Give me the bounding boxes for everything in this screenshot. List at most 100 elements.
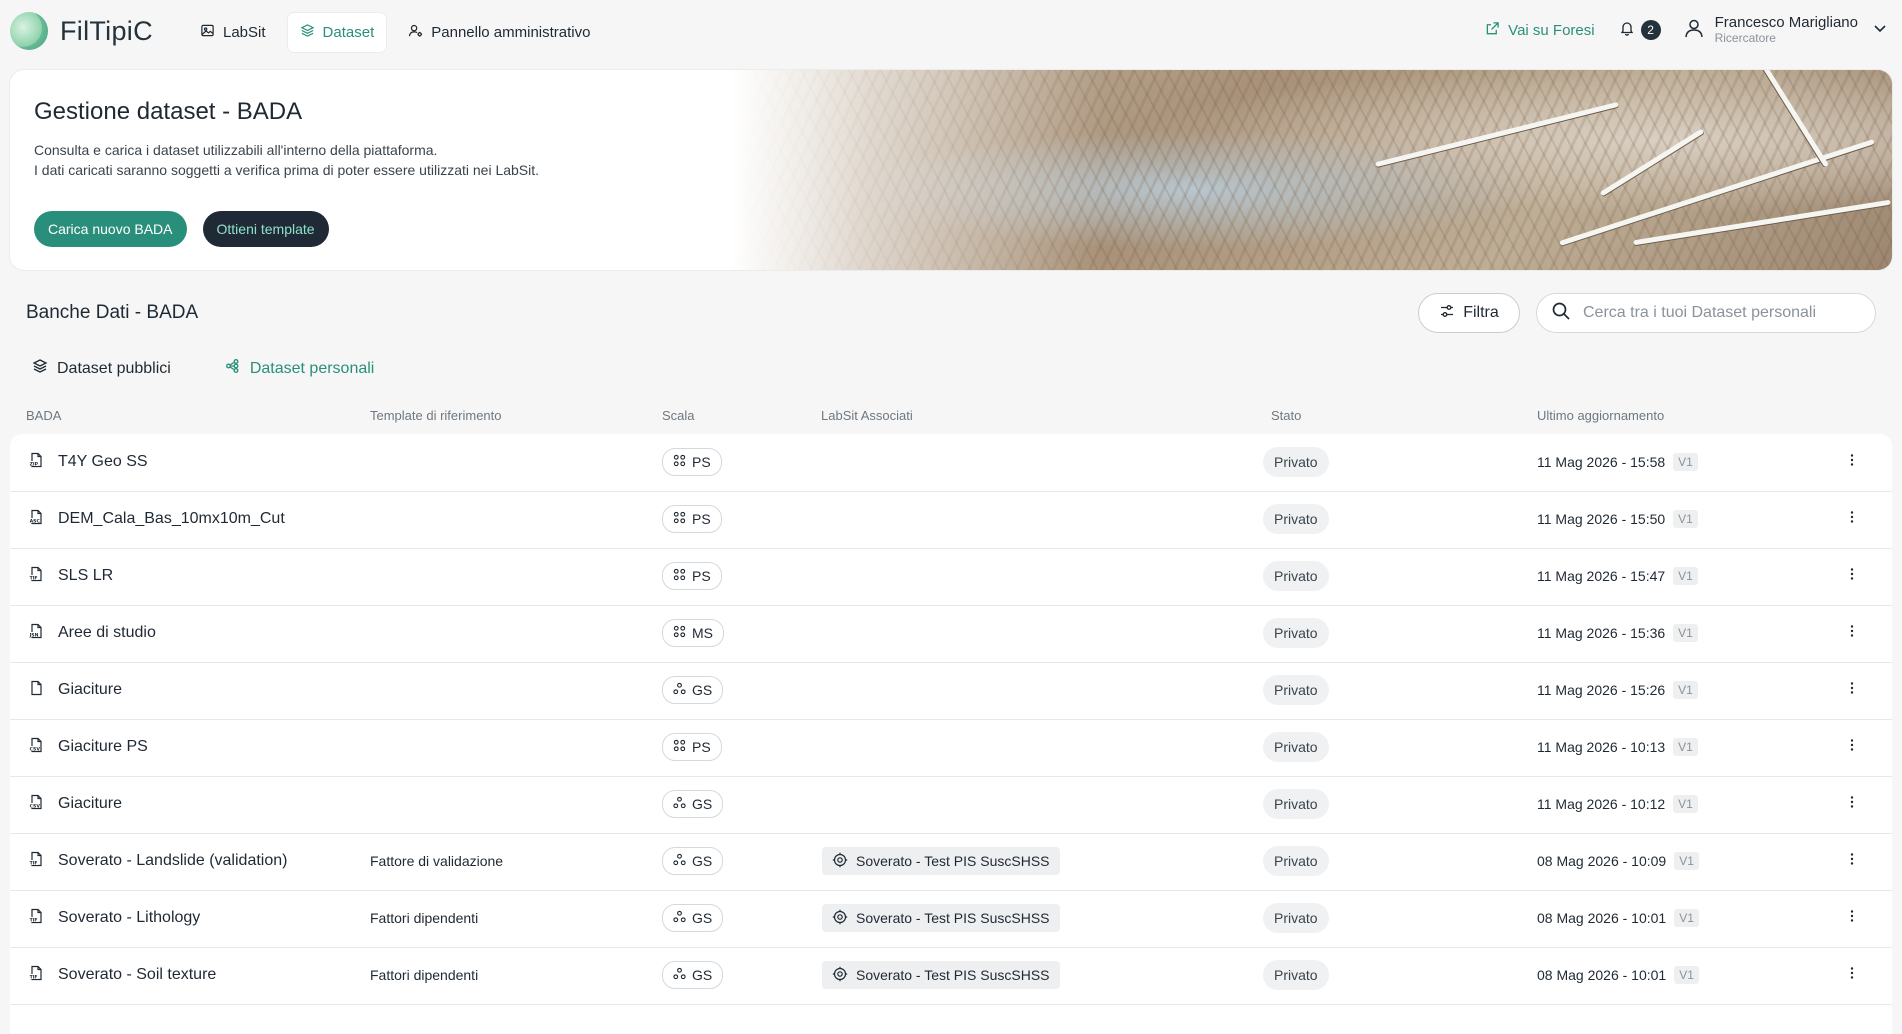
more-vertical-icon — [1844, 623, 1860, 644]
scala-label: GS — [692, 967, 713, 983]
dataset-name[interactable]: Giaciture — [58, 681, 122, 699]
bell-icon — [1619, 20, 1635, 41]
cell-last-update: 11 Mag 2026 - 15:36 V1 — [1537, 605, 1698, 661]
table-row[interactable]: TIF Soverato - Lithology Fattori dipende… — [10, 890, 1892, 948]
cell-scala: GS — [662, 890, 724, 946]
scala-badge: GS — [662, 847, 724, 875]
notifications-button[interactable]: 2 — [1619, 20, 1661, 41]
cell-stato: Privato — [1263, 491, 1329, 547]
row-menu-button[interactable] — [1842, 605, 1862, 661]
scala-label: PS — [692, 454, 711, 470]
row-menu-button[interactable] — [1842, 833, 1862, 889]
cell-last-update: 08 Mag 2026 - 10:09 V1 — [1537, 833, 1699, 889]
nav-item-admin-panel[interactable]: Pannello amministrativo — [396, 13, 602, 52]
row-menu-button[interactable] — [1842, 491, 1862, 547]
scala-label: GS — [692, 682, 713, 698]
svg-text:ASC: ASC — [30, 518, 41, 524]
labsit-chip[interactable]: Soverato - Test PIS SuscSHSS — [822, 961, 1060, 989]
cell-last-update: 08 Mag 2026 - 10:01 V1 — [1537, 947, 1699, 1003]
dataset-name[interactable]: DEM_Cala_Bas_10mx10m_Cut — [58, 510, 285, 528]
column-header-stato[interactable]: Stato — [1271, 408, 1301, 423]
nav-item-dataset[interactable]: Dataset — [287, 13, 387, 52]
upload-bada-button[interactable]: Carica nuovo BADA — [34, 211, 187, 247]
app-logo[interactable]: FilTipiC — [10, 12, 153, 50]
table-body: ZIP T4Y Geo SS PS Privato 11 Mag 2026 - … — [10, 434, 1892, 1034]
row-menu-button[interactable] — [1842, 947, 1862, 1003]
dataset-tabs: Dataset pubblici Dataset personali — [32, 358, 374, 379]
search-input[interactable] — [1581, 303, 1855, 323]
user-menu[interactable]: Francesco Marigliano Ricercatore — [1683, 14, 1888, 46]
dataset-name[interactable]: Giaciture — [58, 795, 122, 813]
dataset-name[interactable]: T4Y Geo SS — [58, 453, 148, 471]
tab-personal-datasets[interactable]: Dataset personali — [225, 358, 375, 379]
table-row[interactable]: ASC DEM_Cala_Bas_10mx10m_Cut PS Privato … — [10, 491, 1892, 549]
column-header-scala[interactable]: Scala — [662, 408, 695, 423]
main-nav: LabSit Dataset Pannello amministrativo — [188, 13, 603, 52]
table-row[interactable]: JSN Aree di studio MS Privato 11 Mag 202… — [10, 605, 1892, 663]
last-update-date: 11 Mag 2026 - 15:36 — [1537, 625, 1666, 641]
table-row[interactable]: CSV Giaciture PS PS Privato 11 Mag 2026 … — [10, 719, 1892, 777]
user-name: Francesco Marigliano — [1714, 14, 1858, 31]
labsit-name: Soverato - Test PIS SuscSHSS — [856, 853, 1050, 869]
table-row[interactable]: TIF Soverato - Soil texture Fattori dipe… — [10, 947, 1892, 1005]
more-vertical-icon — [1844, 452, 1860, 473]
row-menu-button[interactable] — [1842, 776, 1862, 832]
dataset-name[interactable]: Soverato - Landslide (validation) — [58, 852, 287, 870]
dataset-name[interactable]: Giaciture PS — [58, 738, 148, 756]
labsit-name: Soverato - Test PIS SuscSHSS — [856, 910, 1050, 926]
cell-stato: Privato — [1263, 890, 1329, 946]
page-title: Gestione dataset - BADA — [34, 98, 303, 125]
cluster-icon — [673, 682, 686, 698]
table-row[interactable]: ZIP T4Y Geo SS PS Privato 11 Mag 2026 - … — [10, 434, 1892, 492]
row-menu-button[interactable] — [1842, 719, 1862, 775]
version-badge: V1 — [1673, 453, 1698, 471]
row-menu-button[interactable] — [1842, 890, 1862, 946]
column-header-labsit[interactable]: LabSit Associati — [821, 408, 913, 423]
row-menu-button[interactable] — [1842, 434, 1862, 490]
column-header-last-update[interactable]: Ultimo aggiornamento — [1537, 408, 1664, 423]
dataset-name[interactable]: Soverato - Soil texture — [58, 966, 216, 984]
tab-label: Dataset personali — [249, 359, 375, 377]
dataset-name[interactable]: Soverato - Lithology — [58, 909, 200, 927]
nav-item-label: Pannello amministrativo — [431, 24, 591, 41]
page-description: Consulta e carica i dataset utilizzabili… — [34, 140, 539, 180]
table-row[interactable]: TIF Soverato - Landslide (validation) Fa… — [10, 833, 1892, 891]
dataset-name[interactable]: Aree di studio — [58, 624, 156, 642]
cell-bada: ASC DEM_Cala_Bas_10mx10m_Cut — [28, 491, 285, 547]
cell-bada: TIF Soverato - Landslide (validation) — [28, 833, 287, 889]
get-template-button[interactable]: Ottieni template — [202, 211, 329, 247]
grid-dots-icon — [673, 739, 686, 755]
filter-button[interactable]: Filtra — [1418, 293, 1520, 333]
chevron-down-icon — [1868, 20, 1888, 41]
column-header-template[interactable]: Template di riferimento — [370, 408, 502, 423]
cell-bada: ZIP T4Y Geo SS — [28, 434, 148, 490]
status-badge: Privato — [1263, 504, 1329, 534]
table-row[interactable]: Giaciture GS Privato 11 Mag 2026 - 15:26… — [10, 662, 1892, 720]
labsit-chip[interactable]: Soverato - Test PIS SuscSHSS — [822, 904, 1060, 932]
table-row[interactable]: CSV Giaciture GS Privato 11 Mag 2026 - 1… — [10, 776, 1892, 834]
external-link-label: Vai su Foresi — [1508, 21, 1595, 39]
dataset-name[interactable]: SLS LR — [58, 567, 113, 585]
row-menu-button[interactable] — [1842, 548, 1862, 604]
cell-scala: PS — [662, 719, 722, 775]
search-box[interactable] — [1536, 293, 1876, 333]
nav-item-labsit[interactable]: LabSit — [188, 13, 278, 52]
target-icon — [832, 909, 848, 928]
table-row[interactable]: TIF SLS LR PS Privato 11 Mag 2026 - 15:4… — [10, 548, 1892, 606]
status-badge: Privato — [1263, 903, 1329, 933]
scala-badge: GS — [662, 790, 724, 818]
scala-badge: GS — [662, 961, 724, 989]
description-line: Consulta e carica i dataset utilizzabili… — [34, 142, 438, 158]
cell-last-update: 11 Mag 2026 - 10:13 V1 — [1537, 719, 1698, 775]
version-badge: V1 — [1673, 795, 1698, 813]
tab-public-datasets[interactable]: Dataset pubblici — [32, 358, 171, 379]
scala-label: MS — [692, 625, 713, 641]
labsit-chip[interactable]: Soverato - Test PIS SuscSHSS — [822, 847, 1060, 875]
last-update-date: 11 Mag 2026 - 10:12 — [1537, 796, 1666, 812]
external-link-foresi[interactable]: Vai su Foresi — [1485, 21, 1595, 40]
row-menu-button[interactable] — [1842, 662, 1862, 718]
column-header-bada[interactable]: BADA — [26, 408, 61, 423]
hero-actions: Carica nuovo BADA Ottieni template — [34, 211, 329, 247]
cell-stato: Privato — [1263, 434, 1329, 490]
table-header: BADA Template di riferimento Scala LabSi… — [0, 404, 1902, 428]
